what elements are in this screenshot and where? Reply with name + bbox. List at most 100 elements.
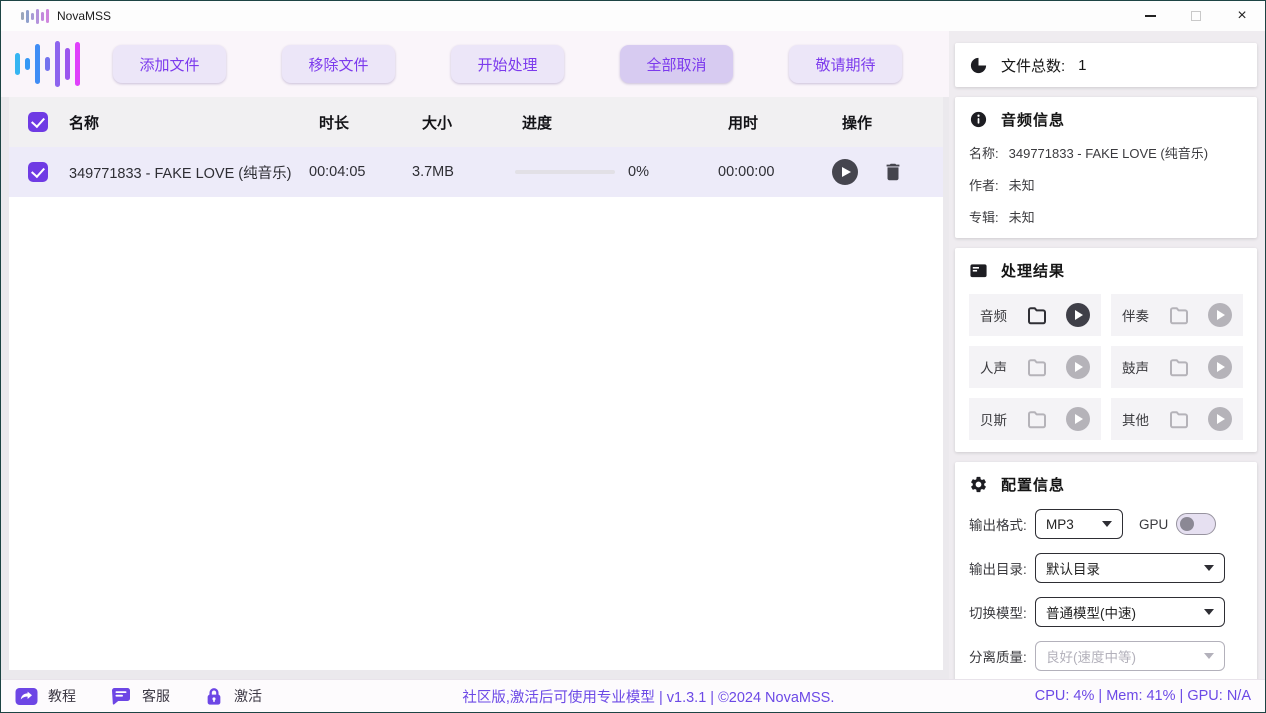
model-select[interactable]: 普通模型(中速) xyxy=(1035,597,1225,627)
play-icon xyxy=(842,167,851,177)
row-duration: 00:04:05 xyxy=(309,164,412,180)
info-icon xyxy=(969,110,988,129)
column-header-progress: 进度 xyxy=(522,112,728,133)
result-item-bass: 贝斯 xyxy=(969,398,1101,440)
quality-select: 良好(速度中等) xyxy=(1035,641,1225,671)
play-result-icon[interactable] xyxy=(1066,407,1090,431)
total-files-label: 文件总数: xyxy=(1001,55,1065,76)
status-text: 社区版,激活后可使用专业模型 | v1.3.1 | ©2024 NovaMSS. xyxy=(262,686,1035,707)
audio-artist-field: 作者: 未知 xyxy=(969,175,1243,194)
novamss-window: NovaMSS × 添加文件 移除文件 开始处理 全部取消 敬请期待 xyxy=(0,0,1266,713)
model-row: 切换模型: 普通模型(中速) xyxy=(969,597,1243,627)
app-logo-icon xyxy=(21,8,49,24)
audio-name-field: 名称: 349771833 - FAKE LOVE (纯音乐) xyxy=(969,143,1243,162)
output-dir-row: 输出目录: 默认目录 xyxy=(969,553,1243,583)
play-button[interactable] xyxy=(832,159,858,185)
chevron-down-icon xyxy=(1204,609,1214,615)
play-result-icon[interactable] xyxy=(1208,303,1232,327)
titlebar-left: NovaMSS xyxy=(1,8,1127,24)
output-format-select[interactable]: MP3 xyxy=(1035,509,1123,539)
close-button[interactable]: × xyxy=(1219,1,1265,31)
lock-icon xyxy=(204,686,224,707)
table-row: 349771833 - FAKE LOVE (纯音乐) 00:04:05 3.7… xyxy=(9,147,943,197)
row-size: 3.7MB xyxy=(412,164,512,180)
file-table: 名称 时长 大小 进度 用时 操作 349771833 - FAKE LOVE … xyxy=(9,97,943,670)
column-header-duration: 时长 xyxy=(319,112,422,133)
column-header-actions: 操作 xyxy=(828,112,943,133)
audio-album-field: 专辑: 未知 xyxy=(969,207,1243,226)
column-header-elapsed: 用时 xyxy=(728,112,828,133)
results-icon xyxy=(969,261,988,280)
play-result-icon[interactable] xyxy=(1208,407,1232,431)
activate-link[interactable]: 激活 xyxy=(204,686,262,707)
remove-file-button[interactable]: 移除文件 xyxy=(282,45,395,83)
delete-button[interactable] xyxy=(882,161,904,183)
folder-icon[interactable] xyxy=(1025,407,1049,431)
row-name: 349771833 - FAKE LOVE (纯音乐) xyxy=(69,162,309,183)
select-all-checkbox[interactable] xyxy=(28,112,48,132)
system-stats: CPU: 4% | Mem: 41% | GPU: N/A xyxy=(1035,688,1251,704)
total-files-value: 1 xyxy=(1078,57,1086,74)
tutorial-link[interactable]: 教程 xyxy=(15,686,76,706)
column-header-size: 大小 xyxy=(422,112,522,133)
folder-icon[interactable] xyxy=(1167,407,1191,431)
output-format-row: 输出格式: MP3 GPU xyxy=(969,509,1243,539)
audio-info-card: 音频信息 名称: 349771833 - FAKE LOVE (纯音乐) 作者:… xyxy=(955,97,1257,238)
progress-label: 0% xyxy=(628,164,649,180)
sidebar: 文件总数: 1 音频信息 名称: 349771833 - FAKE LOVE (… xyxy=(949,31,1265,679)
titlebar: NovaMSS × xyxy=(1,1,1265,31)
result-item-audio: 音频 xyxy=(969,294,1101,336)
total-files-card: 文件总数: 1 xyxy=(955,43,1257,87)
support-link[interactable]: 客服 xyxy=(110,686,170,707)
chat-icon xyxy=(110,686,132,707)
cancel-all-button[interactable]: 全部取消 xyxy=(620,45,733,83)
result-item-accompaniment: 伴奏 xyxy=(1111,294,1243,336)
maximize-button[interactable] xyxy=(1173,1,1219,31)
close-icon: × xyxy=(1237,8,1246,24)
minimize-button[interactable] xyxy=(1127,1,1173,31)
audio-info-title: 音频信息 xyxy=(1001,109,1065,130)
progress-bar xyxy=(515,170,615,174)
add-file-button[interactable]: 添加文件 xyxy=(113,45,226,83)
waveform-logo-icon xyxy=(15,40,93,88)
main-area: 名称 时长 大小 进度 用时 操作 349771833 - FAKE LOVE … xyxy=(1,97,949,679)
play-result-icon[interactable] xyxy=(1208,355,1232,379)
config-card: 配置信息 输出格式: MP3 GPU 输出目录: 默认目录 xyxy=(955,462,1257,679)
minimize-icon xyxy=(1145,15,1156,17)
chevron-down-icon xyxy=(1204,653,1214,659)
folder-icon[interactable] xyxy=(1167,303,1191,327)
gpu-toggle[interactable] xyxy=(1176,513,1216,535)
folder-icon[interactable] xyxy=(1167,355,1191,379)
result-item-other: 其他 xyxy=(1111,398,1243,440)
config-title: 配置信息 xyxy=(1001,474,1065,495)
start-processing-button[interactable]: 开始处理 xyxy=(451,45,564,83)
row-checkbox[interactable] xyxy=(28,162,48,182)
column-header-name: 名称 xyxy=(69,112,319,133)
row-elapsed: 00:00:00 xyxy=(718,164,818,180)
quality-row: 分离质量: 良好(速度中等) xyxy=(969,641,1243,671)
window-title: NovaMSS xyxy=(57,9,111,23)
chevron-down-icon xyxy=(1204,565,1214,571)
folder-icon[interactable] xyxy=(1025,303,1049,327)
pie-chart-icon xyxy=(969,56,988,75)
maximize-icon xyxy=(1191,11,1201,21)
results-grid: 音频 伴奏 人声 鼓声 xyxy=(969,294,1243,440)
gpu-label: GPU xyxy=(1139,517,1168,532)
footer: 教程 客服 激活 社区版,激活后可使用专业模型 | v1.3.1 | ©2024… xyxy=(1,679,1265,712)
play-result-icon[interactable] xyxy=(1066,355,1090,379)
results-title: 处理结果 xyxy=(1001,260,1065,281)
window-controls: × xyxy=(1127,1,1265,31)
share-icon xyxy=(15,687,38,706)
results-card: 处理结果 音频 伴奏 人声 xyxy=(955,248,1257,452)
table-header-row: 名称 时长 大小 进度 用时 操作 xyxy=(9,97,943,147)
folder-icon[interactable] xyxy=(1025,355,1049,379)
chevron-down-icon xyxy=(1102,521,1112,527)
gear-icon xyxy=(969,475,988,494)
output-dir-select[interactable]: 默认目录 xyxy=(1035,553,1225,583)
coming-soon-button[interactable]: 敬请期待 xyxy=(789,45,902,83)
play-result-icon[interactable] xyxy=(1066,303,1090,327)
toolbar: 添加文件 移除文件 开始处理 全部取消 敬请期待 xyxy=(1,31,949,97)
result-item-drums: 鼓声 xyxy=(1111,346,1243,388)
toggle-knob xyxy=(1180,517,1194,531)
result-item-vocals: 人声 xyxy=(969,346,1101,388)
